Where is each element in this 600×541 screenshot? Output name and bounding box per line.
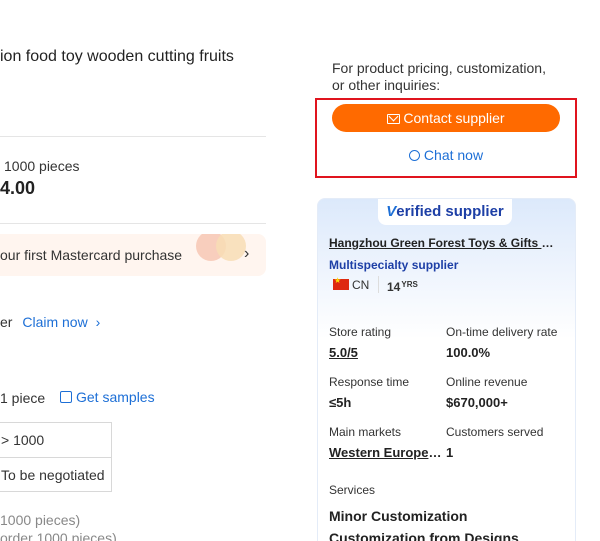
price-tier-row: > 1000	[1, 432, 45, 448]
minimum-order-quantity: 1000 pieces	[4, 158, 80, 174]
years-count: 14	[387, 280, 401, 294]
store-rating-value[interactable]: 5.0/5	[329, 345, 358, 360]
inquiry-prompt: For product pricing, customization, or o…	[332, 60, 546, 94]
response-time-label: Response time	[329, 375, 410, 389]
supplier-name-link[interactable]: Hangzhou Green Forest Toys & Gifts Co., …	[329, 236, 561, 250]
product-title: ion food toy wooden cutting fruits	[0, 48, 234, 65]
verified-label: erified supplier	[396, 203, 504, 220]
mastercard-promo-banner[interactable]: our first Mastercard purchase ›	[0, 234, 266, 276]
store-rating-label: Store rating	[329, 325, 392, 339]
online-revenue-value: $670,000+	[446, 395, 508, 410]
online-revenue-label: Online revenue	[446, 375, 528, 389]
product-info-panel: ion food toy wooden cutting fruits 1000 …	[0, 0, 300, 541]
divider	[0, 136, 266, 137]
get-samples-label: Get samples	[76, 389, 155, 405]
supplier-years: 14YRS	[378, 276, 426, 294]
price-tier-row: To be negotiated	[0, 457, 111, 491]
shipping-note: 1000 pieces)	[0, 512, 81, 528]
divider	[0, 223, 266, 224]
get-samples-link[interactable]: Get samples	[60, 389, 155, 405]
response-time-value: ≤5h	[329, 395, 352, 410]
box-icon	[60, 391, 72, 403]
verified-supplier-badge: Verified supplier	[378, 199, 512, 225]
inquiry-prompt-line: or other inquiries:	[332, 77, 441, 93]
main-markets-label: Main markets	[329, 425, 402, 439]
product-price: 4.00	[0, 178, 36, 198]
main-markets-value[interactable]: Western Europe, North America	[329, 445, 445, 460]
supplier-country: CN	[352, 278, 370, 292]
chat-bubble-icon	[408, 150, 420, 161]
service-item: Minor Customization	[329, 508, 468, 524]
mail-icon	[387, 114, 401, 124]
customers-served-value: 1	[446, 445, 454, 460]
years-unit: YRS	[401, 280, 418, 289]
supplier-type: Multispecialty supplier	[329, 258, 459, 272]
ontime-delivery-label: On-time delivery rate	[446, 325, 558, 339]
chat-now-button[interactable]: Chat now	[332, 147, 560, 163]
contact-supplier-button[interactable]: Contact supplier	[332, 104, 560, 132]
china-flag-icon	[333, 276, 349, 290]
coupon-row: er Claim now ›	[0, 314, 100, 330]
contact-supplier-label: Contact supplier	[403, 110, 505, 126]
claim-now-link[interactable]: Claim now	[22, 314, 87, 330]
inquiry-prompt-line: For product pricing, customization,	[332, 60, 546, 76]
chevron-right-icon[interactable]: ›	[96, 314, 101, 330]
customers-served-label: Customers served	[446, 425, 544, 439]
coupon-text: er	[0, 314, 13, 330]
price-tier-table: > 1000 To be negotiated	[0, 422, 112, 492]
services-label: Services	[329, 483, 376, 497]
verified-v-mark: V	[386, 203, 397, 220]
mastercard-logo-icon	[216, 234, 246, 261]
shipping-note: order 1000 pieces)	[0, 530, 117, 541]
promo-text: our first Mastercard purchase	[0, 247, 183, 263]
sample-quantity: 1 piece	[0, 390, 46, 406]
chat-now-label: Chat now	[423, 147, 484, 163]
service-item: Customization from Designs	[329, 530, 519, 541]
chevron-right-icon: ›	[244, 245, 250, 262]
ontime-delivery-value: 100.0%	[446, 345, 491, 360]
